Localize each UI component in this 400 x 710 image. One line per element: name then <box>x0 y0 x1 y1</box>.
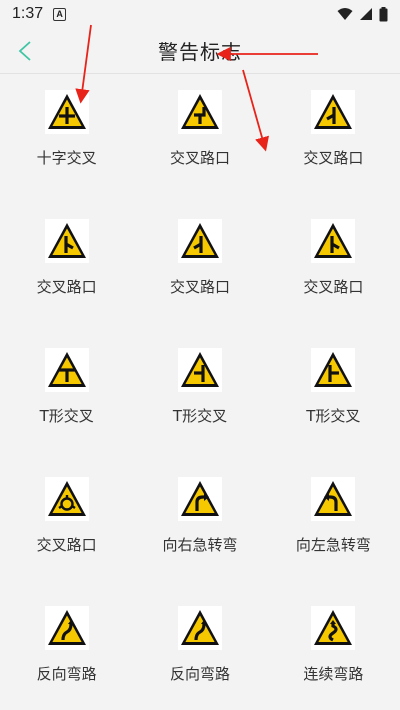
sign-label: T形交叉 <box>306 407 361 425</box>
sign-label: T形交叉 <box>39 407 94 425</box>
sign-item[interactable]: 十字交叉 <box>0 88 133 217</box>
sign-item[interactable]: T形交叉 <box>133 346 266 475</box>
sign-grid: 十字交叉 交叉路口 交叉路口 交叉路口 交叉路口 交叉路口 T形交叉 T形交叉 T形交叉 交叉路口… <box>0 74 400 710</box>
roundabout-sign-icon <box>44 477 89 521</box>
sign-label: 反向弯路 <box>169 665 230 683</box>
sign-label: 连续弯路 <box>303 665 364 683</box>
status-bar: 1:37 A <box>0 0 400 28</box>
battery-icon <box>379 6 388 21</box>
sign-item[interactable]: 交叉路口 <box>0 475 133 604</box>
sign-item[interactable]: T形交叉 <box>267 346 400 475</box>
t-junction-right-sign-icon <box>311 348 356 392</box>
sharp-right-turn-sign-icon <box>177 477 222 521</box>
sign-label: 交叉路口 <box>303 149 364 167</box>
sign-label: 反向弯路 <box>36 665 97 683</box>
junction-right-branch-sign-icon <box>311 219 356 263</box>
signal-icon <box>360 8 372 20</box>
reverse-curve-sign-icon <box>177 606 222 650</box>
back-button[interactable] <box>12 38 38 64</box>
sign-label: 交叉路口 <box>36 278 97 296</box>
winding-road-sign-icon <box>311 606 356 650</box>
app-header: 警告标志 <box>0 28 400 74</box>
status-icons <box>337 6 388 22</box>
sharp-left-turn-sign-icon <box>311 477 356 521</box>
sign-label: 向右急转弯 <box>162 536 238 554</box>
page-title: 警告标志 <box>158 40 242 64</box>
junction-left-branch-sign-icon <box>177 219 222 263</box>
sign-label: T形交叉 <box>172 407 228 425</box>
sign-item[interactable]: 连续弯路 <box>267 604 400 710</box>
chevron-left-icon <box>18 41 31 61</box>
sign-item[interactable]: 交叉路口 <box>267 217 400 346</box>
junction-right-offset-sign-icon <box>177 90 222 134</box>
sign-label: 十字交叉 <box>36 149 97 167</box>
sign-item[interactable]: 交叉路口 <box>267 88 400 217</box>
sign-item[interactable]: 交叉路口 <box>133 88 266 217</box>
notification-a-icon: A <box>53 7 67 21</box>
sign-item[interactable]: 向右急转弯 <box>133 475 266 604</box>
sign-item[interactable]: 交叉路口 <box>133 217 266 346</box>
sign-label: 交叉路口 <box>303 278 364 296</box>
sign-item[interactable]: 向左急转弯 <box>267 475 400 604</box>
t-junction-left-sign-icon <box>177 348 222 392</box>
sign-item[interactable]: 反向弯路 <box>133 604 266 710</box>
t-junction-sign-icon <box>44 348 89 392</box>
sign-label: 交叉路口 <box>169 278 230 296</box>
wifi-icon <box>337 8 353 20</box>
junction-right-branch-sign-icon <box>44 219 89 263</box>
sign-label: 向左急转弯 <box>295 536 371 554</box>
status-time: 1:37 <box>12 5 44 22</box>
sign-label: 交叉路口 <box>169 149 230 167</box>
reverse-curve-sign-icon <box>44 606 89 650</box>
sign-item[interactable]: 交叉路口 <box>0 217 133 346</box>
crossroad-sign-icon <box>44 90 89 134</box>
sign-item[interactable]: 反向弯路 <box>0 604 133 710</box>
sign-label: 交叉路口 <box>36 536 97 554</box>
sign-item[interactable]: T形交叉 <box>0 346 133 475</box>
junction-left-branch-sign-icon <box>311 90 356 134</box>
